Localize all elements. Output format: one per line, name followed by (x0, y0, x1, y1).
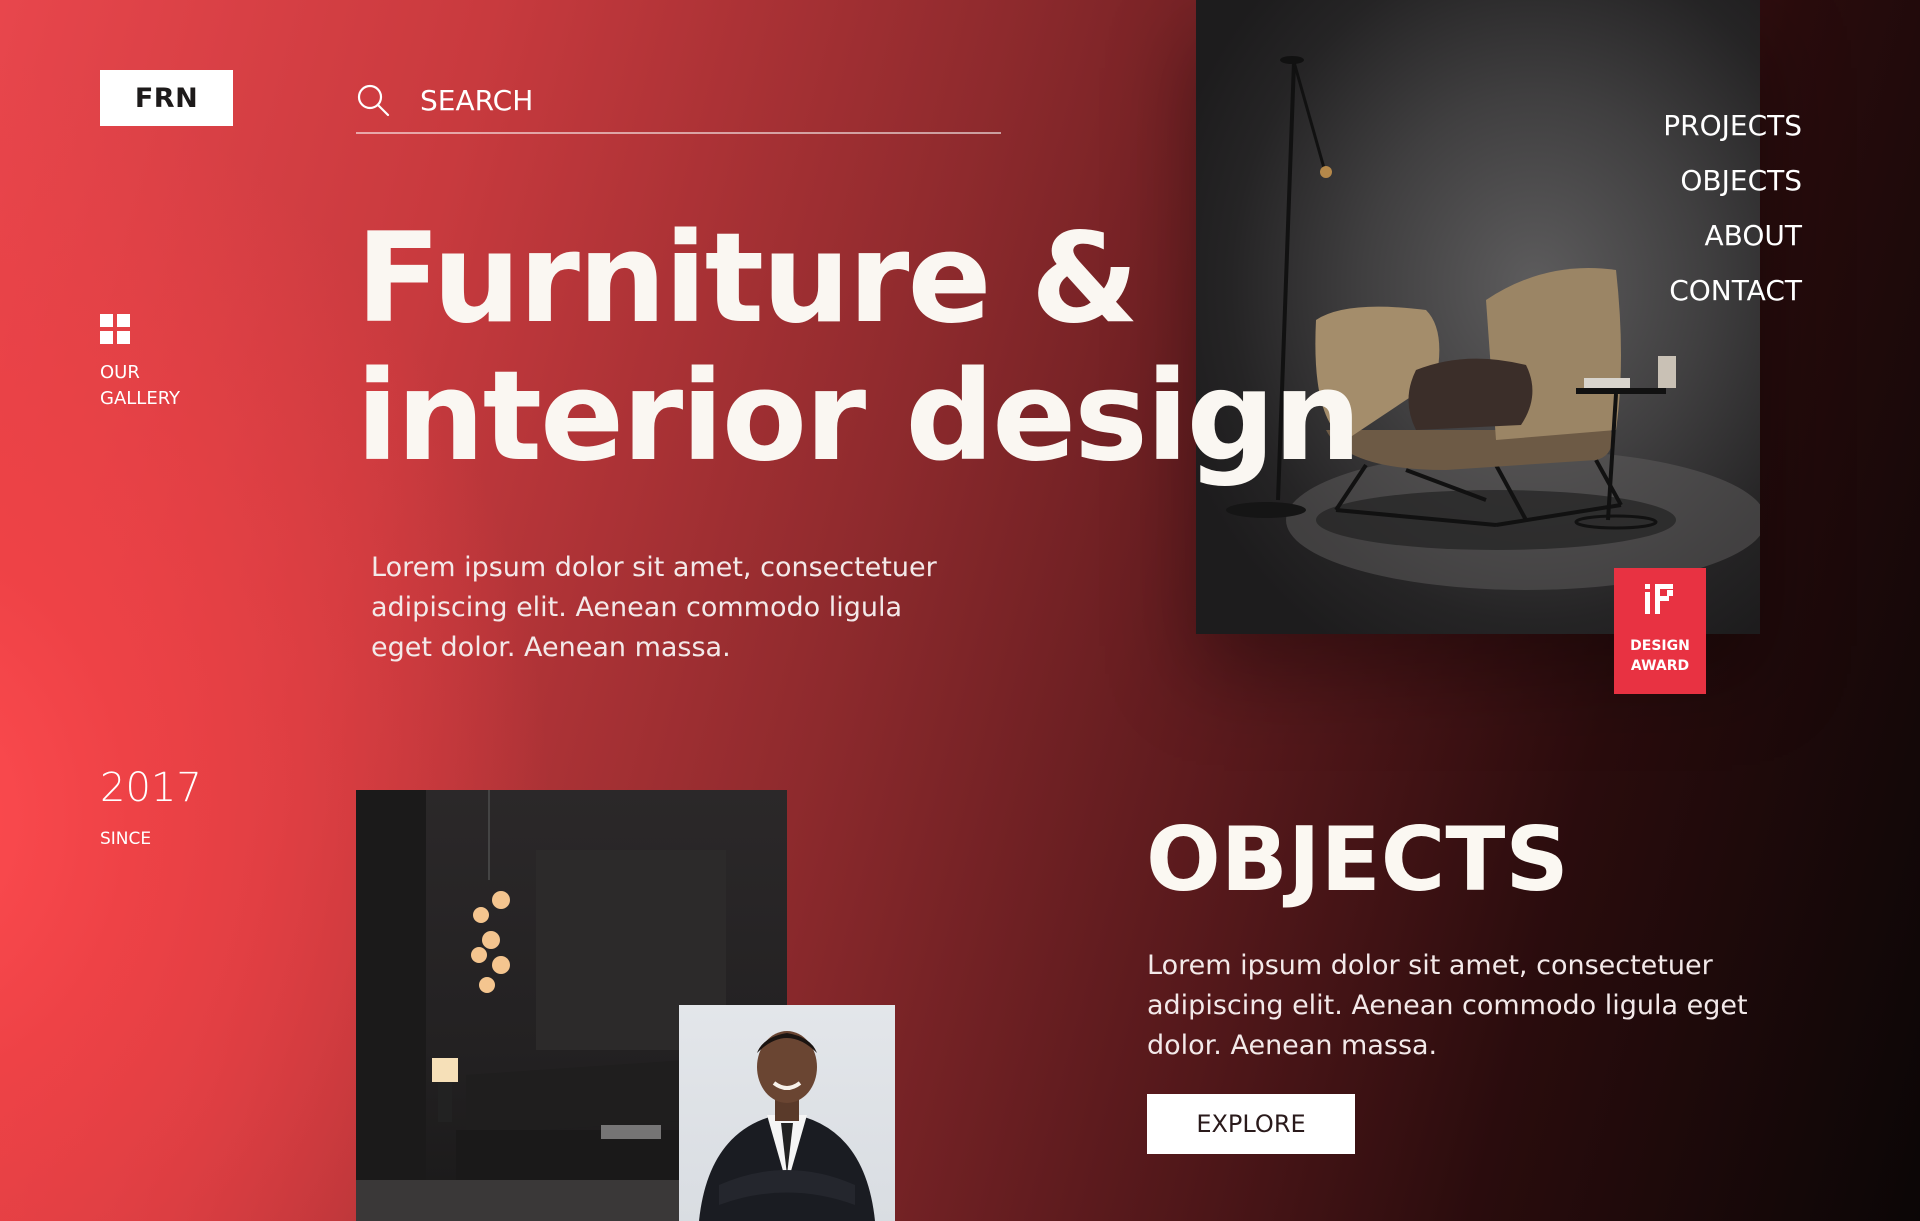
award-line2: AWARD (1630, 658, 1690, 674)
award-text: DESIGN AWARD (1630, 636, 1690, 676)
search-input[interactable] (420, 83, 980, 117)
nav-contact[interactable]: CONTACT (1663, 263, 1802, 318)
portrait-photo (679, 1005, 895, 1221)
hero-title-line1: Furniture & (356, 207, 1139, 351)
nav-objects[interactable]: OBJECTS (1663, 153, 1802, 208)
gallery-link[interactable]: OUR GALLERY (100, 314, 220, 412)
design-award-badge: DESIGN AWARD (1614, 568, 1706, 694)
if-logo-icon (1645, 584, 1673, 614)
hero-title-line2: interior design (356, 345, 1362, 489)
award-line1: DESIGN (1630, 638, 1690, 654)
search-bar (356, 74, 1001, 134)
grid-icon (100, 314, 130, 344)
nav-about[interactable]: ABOUT (1663, 208, 1802, 263)
search-icon[interactable] (356, 83, 390, 117)
since-label: SINCE (100, 829, 152, 849)
hero-title: Furniture & interior design (356, 207, 1362, 489)
logo[interactable]: FRN (100, 70, 233, 126)
main-nav: PROJECTS OBJECTS ABOUT CONTACT (1663, 98, 1802, 318)
hero-description: Lorem ipsum dolor sit amet, consectetuer… (371, 552, 937, 663)
explore-button[interactable]: EXPLORE (1147, 1094, 1355, 1154)
objects-description: Lorem ipsum dolor sit amet, consectetuer… (1147, 950, 1748, 1061)
gallery-label: OUR GALLERY (100, 362, 181, 409)
since-year: 2017 (100, 765, 202, 811)
since-block: 2017 SINCE (100, 765, 202, 849)
nav-projects[interactable]: PROJECTS (1663, 98, 1802, 153)
objects-title: OBJECTS (1146, 808, 1569, 911)
